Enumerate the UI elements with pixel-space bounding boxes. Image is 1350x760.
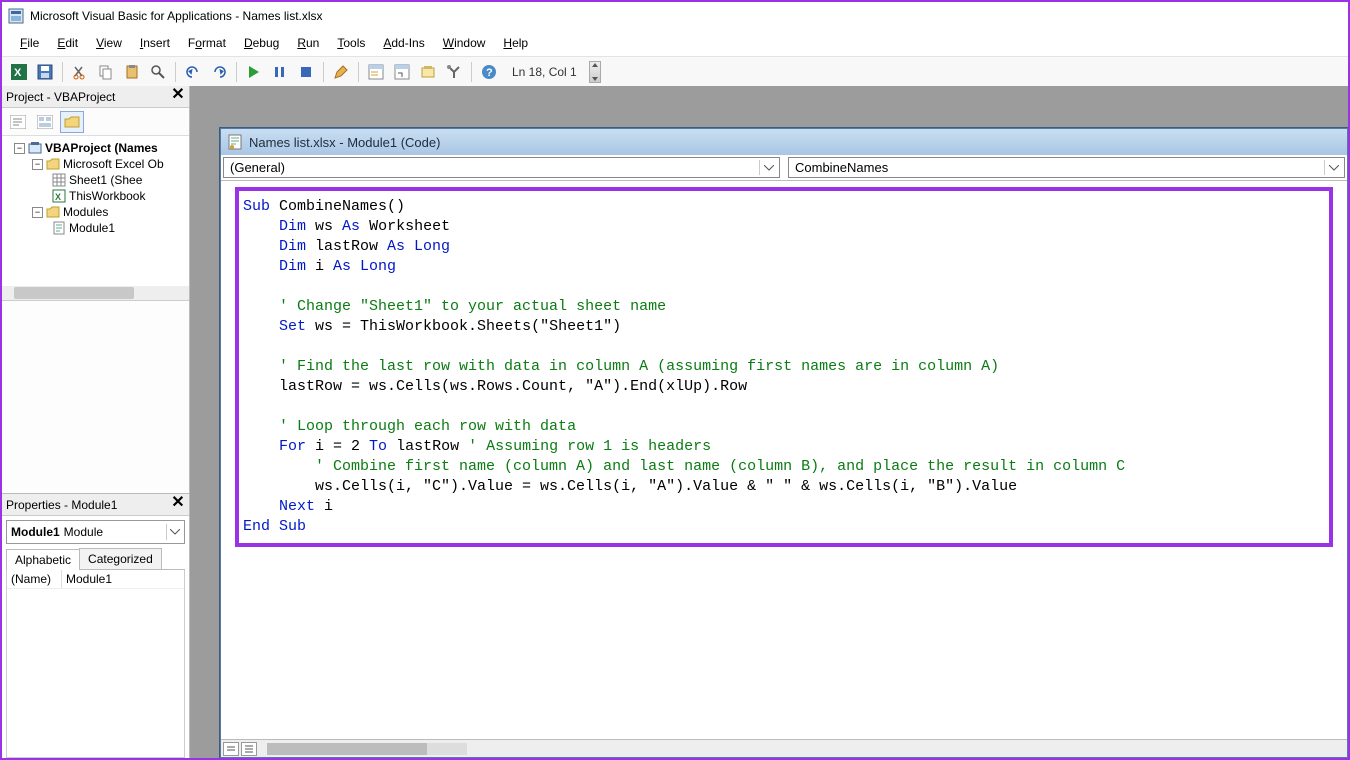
code-editor[interactable]: Sub CombineNames() Dim ws As Worksheet D… <box>221 181 1347 739</box>
menu-window[interactable]: Window <box>435 34 494 52</box>
toolbar: X ? Ln 18, Col 1 <box>2 56 1348 86</box>
properties-tabs: Alphabetic Categorized <box>6 548 185 570</box>
chevron-down-icon <box>759 160 777 175</box>
tree-thisworkbook[interactable]: XThisWorkbook <box>4 188 187 204</box>
find-icon[interactable] <box>147 61 169 83</box>
module-icon <box>227 134 243 150</box>
project-panel-title: Project - VBAProject <box>6 90 115 104</box>
full-module-view-icon[interactable] <box>241 742 257 756</box>
properties-panel-title: Properties - Module1 <box>6 498 117 512</box>
svg-text:X: X <box>14 67 22 79</box>
property-row[interactable]: (Name) Module1 <box>7 570 184 589</box>
menu-edit[interactable]: Edit <box>49 34 86 52</box>
menubar: File Edit View Insert Format Debug Run T… <box>2 30 1348 56</box>
properties-object-selector[interactable]: Module1Module <box>6 520 185 544</box>
code-h-scrollbar[interactable] <box>267 743 467 755</box>
project-panel-close-icon[interactable]: ✕ <box>169 87 187 105</box>
code-window-titlebar[interactable]: Names list.xlsx - Module1 (Code) <box>221 129 1347 155</box>
design-mode-icon[interactable] <box>330 61 352 83</box>
menu-addins[interactable]: Add-Ins <box>375 34 432 52</box>
properties-window-icon[interactable] <box>391 61 413 83</box>
cursor-position-status: Ln 18, Col 1 <box>512 65 577 79</box>
toolbar-overflow[interactable] <box>589 61 601 83</box>
window-title: Microsoft Visual Basic for Applications … <box>30 9 323 23</box>
procedure-combo-value: CombineNames <box>795 160 888 175</box>
procedure-combo[interactable]: CombineNames <box>788 157 1345 178</box>
menu-file[interactable]: File <box>12 34 47 52</box>
tree-h-scrollbar[interactable] <box>2 286 189 300</box>
object-combo-value: (General) <box>230 160 285 175</box>
chevron-down-icon <box>1324 160 1342 175</box>
run-icon[interactable] <box>243 61 265 83</box>
undo-icon[interactable] <box>182 61 204 83</box>
menu-insert[interactable]: Insert <box>132 34 178 52</box>
tree-sheet1[interactable]: Sheet1 (Shee <box>4 172 187 188</box>
save-icon[interactable] <box>34 61 56 83</box>
titlebar: Microsoft Visual Basic for Applications … <box>2 2 1348 30</box>
copy-icon[interactable] <box>95 61 117 83</box>
object-combo[interactable]: (General) <box>223 157 780 178</box>
cut-icon[interactable] <box>69 61 91 83</box>
view-object-icon[interactable] <box>33 111 57 133</box>
code-window-footer <box>221 739 1347 757</box>
vba-app-icon <box>8 8 24 24</box>
excel-icon[interactable]: X <box>8 61 30 83</box>
tree-excel-objects[interactable]: −Microsoft Excel Ob <box>4 156 187 172</box>
chevron-down-icon <box>166 524 182 540</box>
property-name: (Name) <box>7 570 62 588</box>
redo-icon[interactable] <box>208 61 230 83</box>
svg-text:X: X <box>55 192 61 202</box>
paste-icon[interactable] <box>121 61 143 83</box>
menu-format[interactable]: Format <box>180 34 234 52</box>
reset-icon[interactable] <box>295 61 317 83</box>
project-tree[interactable]: −VBAProject (Names −Microsoft Excel Ob S… <box>2 136 189 301</box>
project-panel-header: Project - VBAProject ✕ <box>2 86 189 108</box>
properties-grid[interactable]: (Name) Module1 <box>6 570 185 758</box>
procedure-view-icon[interactable] <box>223 742 239 756</box>
menu-help[interactable]: Help <box>495 34 536 52</box>
property-value[interactable]: Module1 <box>62 570 116 588</box>
properties-panel-header: Properties - Module1 ✕ <box>2 494 189 516</box>
code-window: Names list.xlsx - Module1 (Code) (Genera… <box>220 128 1348 758</box>
menu-debug[interactable]: Debug <box>236 34 287 52</box>
project-panel-toolbar <box>2 108 189 136</box>
project-explorer-icon[interactable] <box>365 61 387 83</box>
menu-view[interactable]: View <box>88 34 130 52</box>
tree-module1[interactable]: Module1 <box>4 220 187 236</box>
tab-alphabetic[interactable]: Alphabetic <box>6 549 80 570</box>
object-browser-icon[interactable] <box>417 61 439 83</box>
toggle-folders-icon[interactable] <box>60 111 84 133</box>
menu-tools[interactable]: Tools <box>329 34 373 52</box>
properties-panel-close-icon[interactable]: ✕ <box>169 495 187 513</box>
svg-text:?: ? <box>486 67 493 79</box>
menu-run[interactable]: Run <box>289 34 327 52</box>
tab-categorized[interactable]: Categorized <box>79 548 162 569</box>
tree-modules[interactable]: −Modules <box>4 204 187 220</box>
toolbox-icon[interactable] <box>443 61 465 83</box>
view-code-icon[interactable] <box>6 111 30 133</box>
break-icon[interactable] <box>269 61 291 83</box>
tree-root[interactable]: −VBAProject (Names <box>4 140 187 156</box>
mdi-area: Names list.xlsx - Module1 (Code) (Genera… <box>190 86 1348 758</box>
code-window-title: Names list.xlsx - Module1 (Code) <box>249 135 440 150</box>
help-icon[interactable]: ? <box>478 61 500 83</box>
